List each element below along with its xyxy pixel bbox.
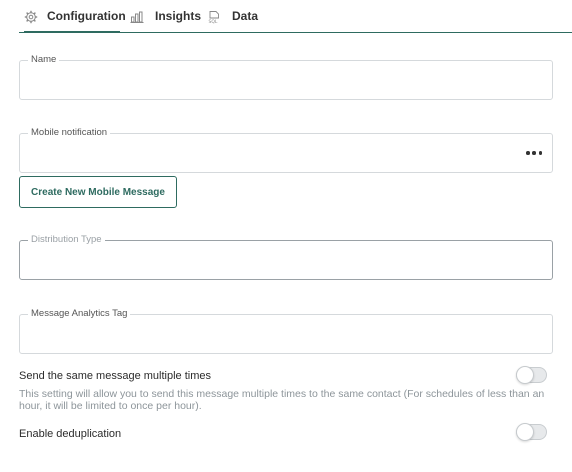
message-analytics-tag-field[interactable]: Message Analytics Tag bbox=[19, 307, 553, 354]
deduplication-label: Enable deduplication bbox=[19, 428, 122, 440]
send-multiple-toggle[interactable] bbox=[516, 366, 547, 384]
toggle-knob bbox=[516, 423, 534, 441]
tab-bar: Configuration Insights SQL Data bbox=[19, 0, 572, 33]
tab-data[interactable]: SQL Data bbox=[207, 9, 259, 33]
gear-icon bbox=[24, 10, 38, 24]
tab-configuration-label: Configuration bbox=[47, 9, 126, 23]
message-analytics-tag-label: Message Analytics Tag bbox=[28, 307, 131, 321]
tab-insights[interactable]: Insights bbox=[130, 9, 201, 33]
send-multiple-label: Send the same message multiple times bbox=[19, 370, 211, 382]
distribution-type-label: Distribution Type bbox=[28, 233, 105, 247]
mobile-notification-label: Mobile notification bbox=[28, 126, 111, 140]
tab-insights-label: Insights bbox=[155, 9, 202, 23]
name-field[interactable]: Name bbox=[19, 53, 553, 100]
tab-data-label: Data bbox=[232, 9, 259, 23]
deduplication-toggle[interactable] bbox=[516, 423, 547, 441]
bar-chart-icon bbox=[130, 10, 146, 24]
toggle-knob bbox=[516, 366, 534, 384]
name-field-label: Name bbox=[28, 53, 60, 67]
sql-database-icon: SQL bbox=[207, 10, 223, 25]
svg-text:SQL: SQL bbox=[209, 19, 218, 24]
create-new-mobile-message-button[interactable]: Create New Mobile Message bbox=[19, 176, 177, 208]
send-multiple-description: This setting will allow you to send this… bbox=[19, 388, 545, 412]
tab-configuration[interactable]: Configuration bbox=[24, 9, 126, 33]
mobile-notification-field[interactable]: Mobile notification bbox=[19, 126, 553, 173]
more-horizontal-icon[interactable] bbox=[526, 146, 542, 160]
distribution-type-field[interactable]: Distribution Type bbox=[19, 233, 553, 280]
